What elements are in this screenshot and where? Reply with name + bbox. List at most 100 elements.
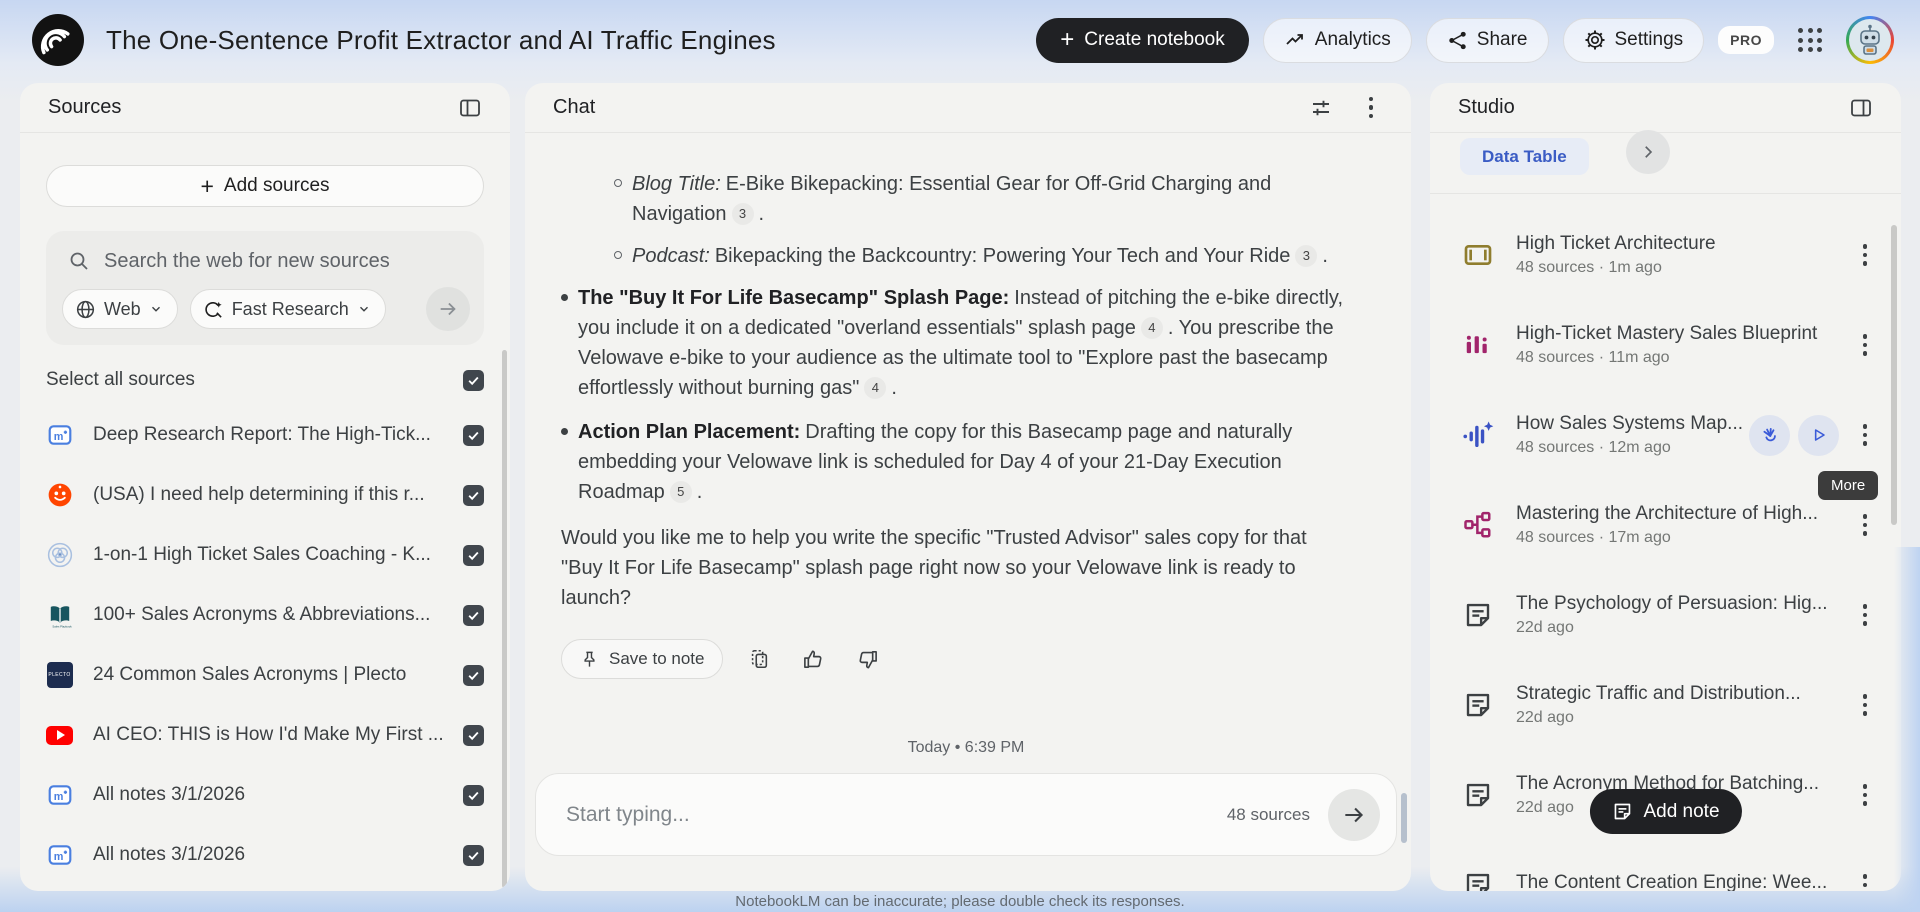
youtube-icon xyxy=(46,722,73,749)
share-icon xyxy=(1447,30,1468,51)
thumbs-down-icon[interactable] xyxy=(849,641,885,677)
web-search-card: Search the web for new sources Web xyxy=(46,231,484,345)
analytics-icon xyxy=(1284,29,1306,51)
web-filter-dropdown[interactable]: Web xyxy=(62,289,178,329)
more-vertical-icon[interactable] xyxy=(1847,597,1883,633)
chat-panel-title: Chat xyxy=(553,96,595,119)
chat-sub-bullet: Podcast:Bikepacking the Backcountry: Pow… xyxy=(614,241,1338,271)
share-button[interactable]: Share xyxy=(1426,18,1549,63)
chat-message-area: Blog Title:E-Bike Bikepacking: Essential… xyxy=(525,133,1411,890)
more-vertical-icon[interactable] xyxy=(1847,687,1883,723)
analytics-button[interactable]: Analytics xyxy=(1263,18,1412,63)
svg-text:m: m xyxy=(53,851,63,863)
studio-item[interactable]: Strategic Traffic and Distribution... 22… xyxy=(1430,660,1901,750)
pro-badge: PRO xyxy=(1718,26,1774,54)
data-table-chip[interactable]: Data Table xyxy=(1460,138,1589,175)
date-divider: Today • 6:39 PM xyxy=(561,739,1371,757)
notebooklm-note-icon: m xyxy=(46,782,73,809)
interactive-mode-icon[interactable] xyxy=(1749,415,1790,456)
collapse-sources-panel-icon[interactable] xyxy=(452,90,488,126)
arrow-right-icon xyxy=(437,298,459,320)
source-checkbox[interactable] xyxy=(463,545,484,566)
notebooklm-note-icon: m xyxy=(46,422,73,449)
reddit-icon xyxy=(46,482,73,509)
copy-icon[interactable] xyxy=(741,641,777,677)
source-row[interactable]: PLECTO 24 Common Sales Acronyms | Plecto xyxy=(20,645,510,705)
note-icon xyxy=(1460,870,1496,891)
notebook-title[interactable]: The One-Sentence Profit Extractor and AI… xyxy=(106,25,776,56)
source-row[interactable]: 1-on-1 High Ticket Sales Coaching - K... xyxy=(20,525,510,585)
source-checkbox[interactable] xyxy=(463,845,484,866)
sources-scrollbar[interactable] xyxy=(502,350,507,888)
studio-item[interactable]: How Sales Systems Map... 48 sources · 12… xyxy=(1430,390,1901,480)
studio-panel-header: Studio xyxy=(1430,83,1901,133)
sub-bullet-marker xyxy=(614,251,622,259)
create-notebook-button[interactable]: + Create notebook xyxy=(1036,18,1249,63)
select-all-row: Select all sources xyxy=(46,367,484,393)
source-row[interactable]: m Deep Research Report: The High-Tick... xyxy=(20,405,510,465)
play-icon[interactable] xyxy=(1798,415,1839,456)
chat-scrollbar[interactable] xyxy=(1401,793,1407,843)
source-row[interactable]: Sales Playbook 100+ Sales Acronyms & Abb… xyxy=(20,585,510,645)
audio-waveform-icon xyxy=(1460,418,1496,452)
source-checkbox[interactable] xyxy=(463,425,484,446)
thumbs-up-icon[interactable] xyxy=(795,641,831,677)
chat-bullet: The "Buy It For Life Basecamp" Splash Pa… xyxy=(561,283,1351,403)
more-vertical-icon[interactable] xyxy=(1847,327,1883,363)
save-to-note-button[interactable]: Save to note xyxy=(561,639,723,679)
expand-studio-panel-icon[interactable] xyxy=(1843,90,1879,126)
citation-chip[interactable]: 4 xyxy=(1141,317,1163,339)
header-actions: + Create notebook Analytics S xyxy=(1036,16,1894,64)
notebooklm-logo[interactable] xyxy=(32,14,84,66)
sub-bullet-marker xyxy=(614,179,622,187)
apps-grid-icon[interactable] xyxy=(1788,18,1832,62)
citation-chip[interactable]: 4 xyxy=(864,377,886,399)
tune-icon[interactable] xyxy=(1303,90,1339,126)
pin-icon xyxy=(580,650,599,669)
add-sources-button[interactable]: + Add sources xyxy=(46,165,484,207)
select-all-checkbox[interactable] xyxy=(463,370,484,391)
settings-button[interactable]: Settings xyxy=(1563,18,1705,63)
source-row[interactable]: (USA) I need help determining if this r.… xyxy=(20,465,510,525)
source-row[interactable]: m All notes 3/1/2026 xyxy=(20,825,510,885)
source-checkbox[interactable] xyxy=(463,605,484,626)
studio-item[interactable]: High Ticket Architecture 48 sources · 1m… xyxy=(1430,210,1901,300)
plus-icon: + xyxy=(200,173,213,200)
source-row[interactable]: m All notes 3/1/2026 xyxy=(20,765,510,825)
studio-item[interactable]: The Content Creation Engine: Wee... xyxy=(1430,840,1901,891)
more-vertical-icon[interactable] xyxy=(1847,777,1883,813)
source-checkbox[interactable] xyxy=(463,785,484,806)
studio-item[interactable]: The Psychology of Persuasion: Hig... 22d… xyxy=(1430,570,1901,660)
avatar-robot-image xyxy=(1849,19,1891,61)
more-vertical-icon[interactable] xyxy=(1353,90,1389,126)
studio-item[interactable]: High-Ticket Mastery Sales Blueprint 48 s… xyxy=(1430,300,1901,390)
more-vertical-icon[interactable] xyxy=(1847,867,1883,891)
more-vertical-icon[interactable] xyxy=(1847,507,1883,543)
plecto-icon: PLECTO xyxy=(46,662,73,689)
studio-scrollbar[interactable] xyxy=(1891,225,1897,525)
source-checkbox[interactable] xyxy=(463,485,484,506)
citation-chip[interactable]: 5 xyxy=(670,481,692,503)
more-vertical-icon[interactable] xyxy=(1847,417,1883,453)
note-icon xyxy=(1460,600,1496,630)
search-submit-button[interactable] xyxy=(426,287,470,331)
research-mode-dropdown[interactable]: Fast Research xyxy=(190,289,386,329)
citation-chip[interactable]: 3 xyxy=(1295,245,1317,267)
source-row[interactable]: AI CEO: THIS is How I'd Make My First ..… xyxy=(20,705,510,765)
search-input[interactable]: Search the web for new sources xyxy=(62,245,468,277)
studio-panel: Studio Data Table Hig xyxy=(1430,83,1901,891)
source-checkbox[interactable] xyxy=(463,725,484,746)
chat-input[interactable] xyxy=(566,803,1227,827)
app-header: The One-Sentence Profit Extractor and AI… xyxy=(0,0,1920,80)
avatar[interactable] xyxy=(1846,16,1894,64)
studio-panel-title: Studio xyxy=(1458,96,1515,119)
more-vertical-icon[interactable] xyxy=(1847,237,1883,273)
chevron-right-icon[interactable] xyxy=(1626,130,1670,174)
add-note-button[interactable]: Add note xyxy=(1589,789,1741,834)
gear-icon xyxy=(1584,29,1606,51)
send-button[interactable] xyxy=(1328,789,1380,841)
citation-chip[interactable]: 3 xyxy=(732,203,754,225)
source-checkbox[interactable] xyxy=(463,665,484,686)
studio-output-chip-row: Data Table xyxy=(1430,133,1901,193)
svg-text:m: m xyxy=(53,431,63,443)
